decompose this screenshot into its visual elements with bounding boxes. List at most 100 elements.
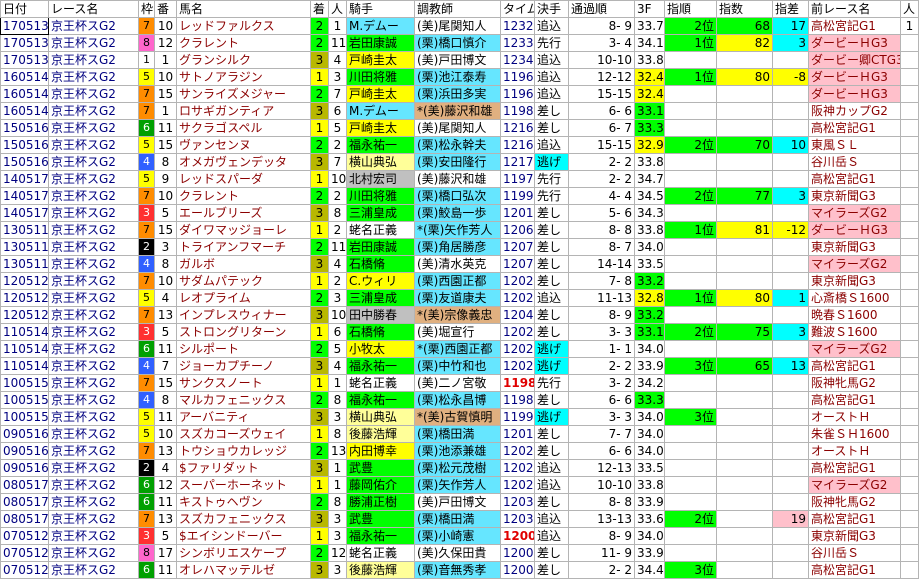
cell-horse: アーバニティ — [176, 408, 311, 426]
cell-chaku: 3 — [310, 459, 329, 477]
table-row[interactable]: 080517 京王杯スG2 6 12 スーパーホーネット 1 1 藤岡佑介 (栗)矢作芳人 120… — [0, 476, 919, 494]
col-sa[interactable]: 指差 — [772, 0, 809, 18]
cell-shisu — [716, 374, 773, 392]
cell-horse: ダイワマッジョーレ — [176, 221, 311, 239]
table-row[interactable]: 170513 京王杯スG2 1 1 グランシルク 3 4 戸崎圭太 (美)戸田博文 1234 追込 1… — [0, 51, 919, 69]
cell-chaku: 3 — [310, 153, 329, 171]
cell-tsuka: 8- 8 — [568, 221, 635, 239]
cell-horse: マルカフェニックス — [176, 391, 311, 409]
cell-kime: 差し — [534, 561, 569, 579]
cell-kime: 逃げ — [534, 153, 569, 171]
col-jockey[interactable]: 騎手 — [346, 0, 415, 18]
cell-kime: 逃げ — [534, 408, 569, 426]
cell-tsuka: 3- 3 — [568, 323, 635, 341]
cell-time: 1216 — [500, 119, 535, 137]
table-row[interactable]: 110514 京王杯スG2 6 11 シルポート 2 5 小牧太 *(栗)西園正都 1202 逃げ 1… — [0, 340, 919, 358]
table-row[interactable]: 160514 京王杯スG2 5 10 サトノアラジン 1 3 川田将雅 (栗)池江泰寿 1196 追… — [0, 68, 919, 86]
table-row[interactable]: 160514 京王杯スG2 7 1 ロサギガンティア 3 6 M.デムー *(美)藤沢和雄 119… — [0, 102, 919, 120]
table-row[interactable]: 070512 京王杯スG2 8 17 シンボリエスケープ 2 12 蛯名正義 (美)久保田貴 12… — [0, 544, 919, 562]
table-row[interactable]: 090516 京王杯スG2 2 4 $ファリダット 3 1 武豊 (栗)松元茂樹 1202 追込 12… — [0, 459, 919, 477]
col-prev-ninki[interactable]: 人 — [900, 0, 919, 18]
table-row[interactable]: 140517 京王杯スG2 3 5 エールブリーズ 3 8 三浦皇成 (栗)鮫島一歩 1201 差し… — [0, 204, 919, 222]
cell-f3: 32.9 — [634, 136, 665, 154]
col-race[interactable]: レース名 — [48, 0, 139, 18]
col-date[interactable]: 日付 — [0, 0, 49, 18]
cell-date: 100515 — [0, 374, 49, 392]
cell-race: 京王杯スG2 — [48, 85, 139, 103]
cell-shisu — [716, 408, 773, 426]
cell-chaku: 3 — [310, 357, 329, 375]
table-row[interactable]: 120512 京王杯スG2 5 4 レオプライム 2 3 三浦皇成 (栗)友道康夫 1202 追込 1… — [0, 289, 919, 307]
table-row[interactable]: 100515 京王杯スG2 7 15 サンクスノート 1 1 蛯名正義 (美)二ノ宮敬 1198 先… — [0, 374, 919, 392]
col-kime[interactable]: 決手 — [534, 0, 569, 18]
cell-sa — [772, 170, 809, 188]
cell-tsuka: 12-13 — [568, 459, 635, 477]
table-row[interactable]: 120512 京王杯スG2 7 13 インプレスウィナー 3 10 田中勝春 *(美)宗像義忠 1… — [0, 306, 919, 324]
cell-time: 1232 — [500, 17, 535, 35]
table-row[interactable]: 080517 京王杯スG2 6 11 キストゥヘヴン 2 8 勝浦正樹 (美)戸田博文 1203 差… — [0, 493, 919, 511]
table-row[interactable]: 100515 京王杯スG2 5 11 アーバニティ 3 3 横山典弘 *(美)古賀慎明 1199 逃… — [0, 408, 919, 426]
cell-rank — [664, 238, 717, 256]
col-chaku[interactable]: 着 — [310, 0, 329, 18]
table-row[interactable]: 070512 京王杯スG2 6 11 オレハマッテルゼ 3 3 後藤浩輝 (栗)音無秀孝 1200… — [0, 561, 919, 579]
table-row[interactable]: 110514 京王杯スG2 4 7 ジョーカプチーノ 3 4 福永祐一 (栗)中竹和也 1202 逃… — [0, 357, 919, 375]
table-row[interactable]: 150516 京王杯スG2 6 11 サクラゴスペル 1 5 戸崎圭太 (美)尾関知人 1216 差… — [0, 119, 919, 137]
cell-jockey: 横山典弘 — [346, 153, 415, 171]
table-row[interactable]: 130511 京王杯スG2 7 15 ダイワマッジョーレ 1 2 蛯名正義 *(栗)矢作芳人 12… — [0, 221, 919, 239]
table-row[interactable]: 090516 京王杯スG2 5 10 スズカコーズウェイ 1 8 後藤浩輝 (栗)橋田満 1201… — [0, 425, 919, 443]
col-prev-race[interactable]: 前レース名 — [808, 0, 901, 18]
cell-shisu: 82 — [716, 34, 773, 52]
cell-rank — [664, 527, 717, 545]
table-row[interactable]: 090516 京王杯スG2 7 13 トウショウカレッジ 2 13 内田博幸 (栗)池添兼雄 12… — [0, 442, 919, 460]
col-ninki[interactable]: 人 — [328, 0, 347, 18]
cell-time: 1200 — [500, 527, 535, 545]
table-row[interactable]: 080517 京王杯スG2 7 13 スズカフェニックス 3 3 武豊 (栗)橋田満 1203 追込… — [0, 510, 919, 528]
table-row[interactable]: 140517 京王杯スG2 7 10 クラレント 2 2 川田将雅 (栗)橋口弘次 1199 先行 4… — [0, 187, 919, 205]
col-3f[interactable]: 3F — [634, 0, 665, 18]
table-row[interactable]: 140517 京王杯スG2 5 9 レッドスパーダ 1 10 北村宏司 (美)藤沢和雄 1197 先… — [0, 170, 919, 188]
cell-shisu — [716, 170, 773, 188]
col-horse[interactable]: 馬名 — [176, 0, 311, 18]
cell-ban: 5 — [154, 204, 177, 222]
table-row[interactable]: 150516 京王杯スG2 4 8 オメガヴェンデッタ 3 7 横山典弘 (栗)安田隆行 1217… — [0, 153, 919, 171]
cell-ninki: 13 — [328, 442, 347, 460]
cell-chaku: 2 — [310, 34, 329, 52]
table-row[interactable]: 160514 京王杯スG2 7 15 サンライズメジャー 2 7 戸崎圭太 (栗)浜田多実 119… — [0, 85, 919, 103]
cell-ban: 10 — [154, 425, 177, 443]
cell-jockey: 蛯名正義 — [346, 544, 415, 562]
table-row[interactable]: 070512 京王杯スG2 3 5 $エイシンドーバー 1 3 福永祐一 (栗)小崎憲 1200 追… — [0, 527, 919, 545]
cell-prev: 朱雀ＳＨ1600 — [808, 425, 901, 443]
col-time[interactable]: タイム — [500, 0, 535, 18]
cell-kime: 差し — [534, 323, 569, 341]
col-tsuka[interactable]: 通過順 — [568, 0, 635, 18]
table-row[interactable]: 100515 京王杯スG2 4 8 マルカフェニックス 2 8 福永祐一 (栗)松永昌博 1198… — [0, 391, 919, 409]
table-row[interactable]: 120512 京王杯スG2 7 10 サダムパテック 1 2 C.ウィリ (栗)西園正都 1202… — [0, 272, 919, 290]
cell-waku: 2 — [138, 459, 155, 477]
cell-ninki: 3 — [328, 289, 347, 307]
col-rank[interactable]: 指順 — [664, 0, 717, 18]
table-row[interactable]: 130511 京王杯スG2 2 3 トライアンフマーチ 2 11 岩田康誠 (栗)角居勝彦 120… — [0, 238, 919, 256]
col-ban[interactable]: 番 — [154, 0, 177, 18]
col-trainer[interactable]: 調教師 — [414, 0, 501, 18]
cell-kime: 先行 — [534, 34, 569, 52]
table-row[interactable]: 150516 京王杯スG2 5 15 ヴァンセンヌ 2 2 福永祐一 (栗)松永幹夫 1216 追込… — [0, 136, 919, 154]
col-shisu[interactable]: 指数 — [716, 0, 773, 18]
cell-f3: 34.5 — [634, 187, 665, 205]
cell-trainer: *(栗)矢作芳人 — [414, 221, 501, 239]
cell-rank — [664, 170, 717, 188]
cell-f3: 33.8 — [634, 51, 665, 69]
cell-prevnin — [900, 238, 919, 256]
table-row[interactable]: 110514 京王杯スG2 3 5 ストロングリターン 1 6 石橋脩 (美)堀宣行 1202 差し… — [0, 323, 919, 341]
cell-waku: 7 — [138, 442, 155, 460]
cell-trainer: (美)久保田貴 — [414, 544, 501, 562]
table-row[interactable]: 170513 京王杯スG2 7 10 レッドファルクス 2 1 M.デムー (美)尾関知人 123… — [0, 17, 919, 35]
cell-time: 1202 — [500, 272, 535, 290]
cell-time: 1202 — [500, 289, 535, 307]
cell-kime: 差し — [534, 493, 569, 511]
col-waku[interactable]: 枠 — [138, 0, 155, 18]
table-row[interactable]: 170513 京王杯スG2 8 12 クラレント 2 11 岩田康誠 (栗)橋口慎介 1233 先行… — [0, 34, 919, 52]
cell-ninki: 7 — [328, 153, 347, 171]
cell-sa — [772, 102, 809, 120]
table-row[interactable]: 130511 京王杯スG2 4 8 ガルボ 3 4 石橋脩 (美)清水英克 1207 差し 14-14… — [0, 255, 919, 273]
cell-race: 京王杯スG2 — [48, 136, 139, 154]
